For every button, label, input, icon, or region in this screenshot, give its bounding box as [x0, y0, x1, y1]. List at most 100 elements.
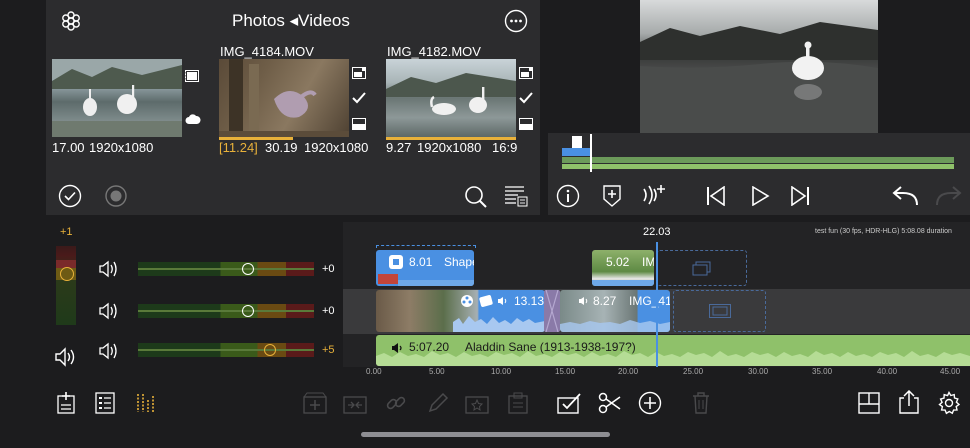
link-icon[interactable] — [384, 391, 408, 415]
track-volume-slider[interactable] — [138, 343, 314, 357]
empty-clip-slot[interactable] — [657, 250, 747, 286]
volume-knob[interactable] — [242, 263, 254, 275]
timeline-area[interactable]: 22.03 test fun (30 fps, HDR-HLG) 5:08.08… — [343, 222, 970, 377]
item-aspect: 16:9 — [492, 140, 518, 155]
item-resolution: 1920x1080 — [304, 140, 369, 155]
clip-duration: 5:07.20 — [409, 340, 450, 354]
effects-icon[interactable] — [459, 294, 475, 308]
redo-icon[interactable] — [934, 184, 964, 208]
ruler-tick-label: 20.00 — [618, 367, 639, 376]
marker-add-icon[interactable] — [600, 183, 624, 209]
track-list-icon[interactable] — [94, 391, 116, 415]
main-video-clip[interactable]: 13.13 — [376, 290, 545, 332]
share-icon[interactable] — [897, 389, 921, 415]
item-duration: 9.27 — [386, 140, 412, 155]
ruler-tick-label: 45.00 — [940, 367, 961, 376]
ruler-tick-label: 25.00 — [683, 367, 704, 376]
flower-logo-icon[interactable] — [58, 8, 84, 34]
settings-gear-icon[interactable] — [937, 391, 961, 415]
swans-thumbnail[interactable] — [52, 59, 182, 137]
audio-waveform-add-icon[interactable] — [640, 183, 668, 207]
clip-duration: 13.13 — [514, 294, 545, 308]
clip-name: IM — [642, 255, 654, 269]
mini-track-video — [562, 157, 954, 163]
next-edit-icon[interactable] — [789, 185, 811, 207]
clip-duration: 5.02 — [606, 255, 630, 269]
mini-track-audio — [562, 164, 954, 169]
upper-video-clip[interactable]: 5.02 IM — [592, 250, 654, 286]
tray-icon[interactable] — [351, 117, 367, 131]
mini-playhead[interactable] — [590, 134, 592, 172]
clip-underlay — [592, 280, 654, 286]
shape-icon — [389, 255, 403, 269]
checkmark-icon[interactable] — [351, 90, 367, 106]
item-filename: IMG_4184.MOV — [220, 44, 314, 59]
speaker-small-icon — [496, 295, 510, 307]
track-level-value: +0 — [322, 305, 335, 317]
transform-icon[interactable] — [478, 294, 494, 308]
clip-name: Shape — [444, 255, 474, 269]
audio-meters-icon[interactable] — [135, 391, 157, 415]
add-circle-icon[interactable] — [638, 391, 662, 415]
timeline-playhead[interactable] — [656, 242, 658, 376]
master-speaker-icon[interactable] — [54, 346, 78, 368]
info-icon[interactable] — [556, 184, 580, 208]
select-all-icon[interactable] — [556, 391, 582, 415]
master-level-meter[interactable] — [56, 246, 76, 325]
clip-name: Aladdin Sane (1913-1938-197?) — [465, 340, 636, 354]
swan-lake-thumbnail[interactable] — [386, 59, 516, 137]
search-icon[interactable] — [464, 185, 488, 209]
clipboard-icon[interactable] — [506, 391, 530, 415]
video-preview[interactable] — [640, 0, 878, 133]
item-resolution: 1920x1080 — [89, 140, 154, 155]
clip-range-icon[interactable] — [518, 66, 534, 80]
film-icon[interactable] — [184, 68, 200, 84]
list-view-icon[interactable] — [504, 184, 528, 208]
undo-icon[interactable] — [890, 184, 920, 208]
ruler-tick-label: 5.00 — [429, 367, 445, 376]
mini-timeline[interactable] — [548, 133, 970, 173]
trash-icon[interactable] — [689, 391, 713, 415]
track-speaker-icon[interactable] — [98, 341, 120, 361]
insert-clip-icon[interactable] — [302, 391, 328, 415]
clip-range-icon[interactable] — [351, 66, 367, 80]
previous-edit-icon[interactable] — [705, 185, 727, 207]
audio-clip[interactable]: 5:07.20 Aladdin Sane (1913-1938-197?) — [376, 335, 970, 366]
volume-knob[interactable] — [264, 344, 276, 356]
record-button-icon[interactable] — [104, 184, 128, 208]
overwrite-clip-icon[interactable] — [342, 391, 368, 415]
favorite-clip-icon[interactable] — [464, 391, 490, 415]
add-track-icon[interactable] — [56, 391, 78, 415]
transition-block[interactable] — [544, 290, 560, 332]
project-info: test fun (30 fps, HDR-HLG) 5:08.08 durat… — [815, 228, 952, 235]
ruler-tick-label: 30.00 — [748, 367, 769, 376]
track-level-value: +0 — [322, 263, 335, 275]
clip-thumb-strip — [378, 274, 398, 284]
pencil-icon[interactable] — [426, 391, 450, 415]
media-browser: Photos ◂Videos 17.00 1920x1080 IMG_4184.… — [46, 0, 540, 215]
ruler-tick-label: 35.00 — [812, 367, 833, 376]
track-speaker-icon[interactable] — [98, 301, 120, 321]
volume-knob[interactable] — [242, 305, 254, 317]
ruler-tick-label: 0.00 — [366, 367, 382, 376]
mini-clip-blue — [562, 148, 590, 156]
title-clip[interactable]: 8.01 Shape — [376, 250, 474, 286]
more-options-icon[interactable] — [504, 9, 528, 33]
track-volume-slider[interactable] — [138, 262, 314, 276]
speaker-small-icon — [390, 341, 406, 355]
browser-title[interactable]: Photos ◂Videos — [232, 11, 350, 31]
playhead-time: 22.03 — [643, 226, 671, 238]
play-icon[interactable] — [749, 185, 771, 207]
empty-clip-slot[interactable] — [673, 290, 766, 332]
scissors-icon[interactable] — [597, 391, 623, 415]
main-video-clip[interactable]: 8.27 IMG_41 — [560, 290, 670, 332]
track-speaker-icon[interactable] — [98, 259, 120, 279]
mini-playhead-handle[interactable] — [572, 136, 582, 148]
bird-thumbnail[interactable] — [219, 59, 349, 137]
track-volume-slider[interactable] — [138, 304, 314, 318]
checkmark-icon[interactable] — [518, 90, 534, 106]
layout-icon[interactable] — [857, 391, 881, 415]
tray-icon[interactable] — [518, 117, 534, 131]
select-check-circle-icon[interactable] — [58, 184, 82, 208]
item-inpoint: [11.24] — [219, 140, 258, 155]
